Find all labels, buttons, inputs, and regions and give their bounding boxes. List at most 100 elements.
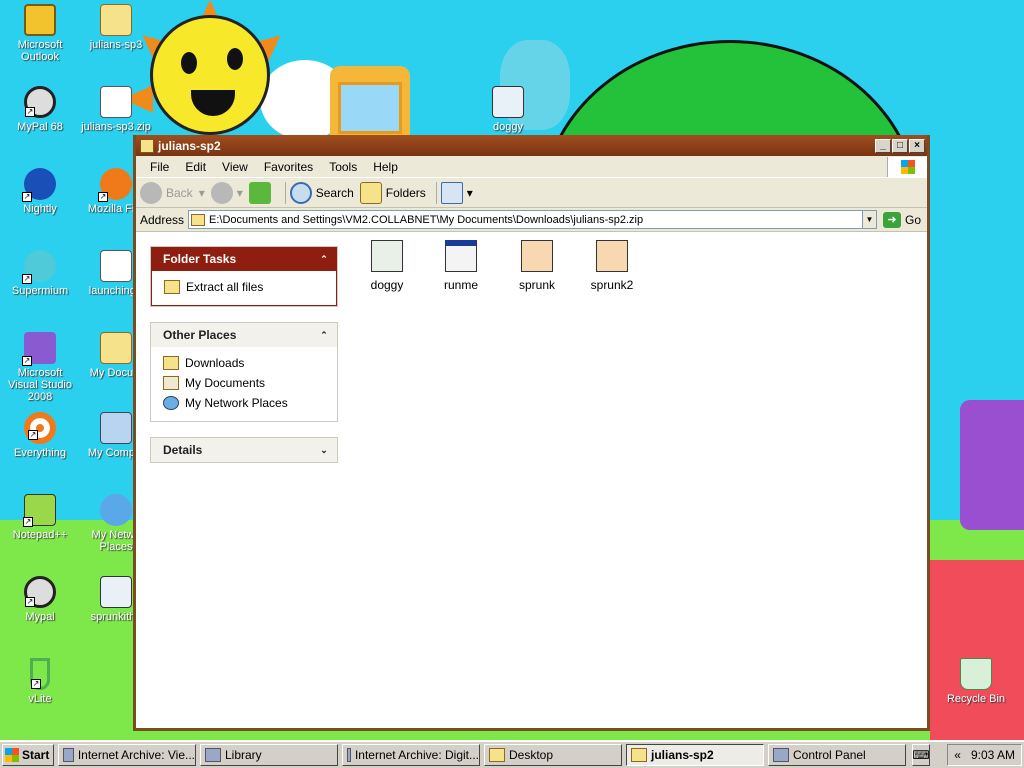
exe-icon xyxy=(445,240,477,272)
address-label: Address xyxy=(140,212,185,227)
menu-view[interactable]: View xyxy=(214,160,256,174)
window-title: julians-sp2 xyxy=(158,138,221,153)
network-icon xyxy=(163,396,179,410)
desktop-icon-mypal[interactable]: ↗ Mypal xyxy=(2,576,78,623)
taskbar-button-library[interactable]: Library xyxy=(200,744,338,766)
menu-bar: File Edit View Favorites Tools Help xyxy=(136,156,927,178)
views-button[interactable]: ▾ xyxy=(440,181,473,204)
up-folder-button[interactable] xyxy=(248,181,275,204)
other-place-my-documents[interactable]: My Documents xyxy=(163,373,337,393)
zip-file-icon xyxy=(100,86,132,118)
other-places-pane: Other Places ⌃ Downloads My Documents My… xyxy=(150,322,338,422)
clock[interactable]: 9:03 AM xyxy=(971,748,1015,762)
details-pane: Details ⌄ xyxy=(150,437,338,463)
folders-button[interactable]: Folders xyxy=(359,181,426,204)
other-places-header[interactable]: Other Places ⌃ xyxy=(151,323,337,347)
taskbar-button-control-panel[interactable]: Control Panel xyxy=(768,744,906,766)
folder-content[interactable]: Folder Tasks ⌃ Extract all files Other P… xyxy=(136,232,927,728)
minimize-button[interactable]: _ xyxy=(875,138,891,153)
desktop-icon-recycle-bin[interactable]: Recycle Bin xyxy=(938,658,1014,705)
desktop-icon-outlook[interactable]: Microsoft Outlook xyxy=(2,4,78,63)
menu-help[interactable]: Help xyxy=(365,160,406,174)
explorer-window[interactable]: julians-sp2 _ □ × File Edit View Favorit… xyxy=(133,135,930,731)
document-icon xyxy=(100,250,132,282)
my-computer-icon xyxy=(100,412,132,444)
folder-tasks-header[interactable]: Folder Tasks ⌃ xyxy=(151,247,337,271)
expand-icon[interactable]: ⌄ xyxy=(317,443,331,457)
forward-button[interactable]: ▾ xyxy=(210,181,243,204)
back-button[interactable]: Back ▾ xyxy=(140,181,205,204)
menu-file[interactable]: File xyxy=(142,160,177,174)
window-titlebar[interactable]: julians-sp2 _ □ × xyxy=(136,135,927,156)
details-header[interactable]: Details ⌄ xyxy=(151,438,337,462)
wallpaper-shape xyxy=(960,400,1024,530)
desktop-icon-julians-sp3[interactable]: julians-sp3 xyxy=(78,4,154,51)
network-icon xyxy=(100,494,132,526)
zip-folder-icon xyxy=(191,213,206,226)
go-arrow-icon: ➜ xyxy=(882,211,901,228)
extract-all-files-link[interactable]: Extract all files xyxy=(164,277,336,297)
other-place-network[interactable]: My Network Places xyxy=(163,393,337,413)
system-tray: « 9:03 AM xyxy=(947,744,1022,766)
raccoon-icon xyxy=(347,748,351,762)
file-item[interactable]: doggy xyxy=(352,240,422,292)
everything-icon: ↗ xyxy=(24,412,56,444)
taskbar-button-julians-sp2[interactable]: julians-sp2 xyxy=(626,744,764,766)
desktop-icon-supermium[interactable]: ↗ Supermium xyxy=(2,250,78,297)
windows-flag-icon xyxy=(5,748,19,762)
vlite-icon: ↗ xyxy=(30,658,50,690)
menu-tools[interactable]: Tools xyxy=(321,160,365,174)
zip-folder-icon xyxy=(631,748,647,762)
my-documents-icon xyxy=(163,376,179,390)
start-button[interactable]: Start xyxy=(2,744,54,766)
address-bar: Address E:\Documents and Settings\VM2.CO… xyxy=(136,208,927,232)
desktop-icon-doggy[interactable]: doggy xyxy=(470,86,546,133)
windows-flag-icon xyxy=(900,159,915,174)
go-button[interactable]: ➜ Go xyxy=(882,211,921,228)
firefox-icon: ↗ xyxy=(98,168,132,202)
image-file-icon xyxy=(371,240,403,272)
taskbar-button-internet-archive-digit[interactable]: Internet Archive: Digit... xyxy=(342,744,480,766)
desktop-icon-visual-studio[interactable]: ↗ Microsoft Visual Studio 2008 xyxy=(2,332,78,403)
taskbar-button-desktop[interactable]: Desktop xyxy=(484,744,622,766)
desktop-icon-mypal-68[interactable]: ↗ MyPal 68 xyxy=(2,86,78,133)
address-field[interactable]: E:\Documents and Settings\VM2.COLLABNET\… xyxy=(188,210,877,229)
my-documents-icon xyxy=(100,332,132,364)
zip-folder-icon xyxy=(140,138,154,153)
desktop-icon-everything[interactable]: ↗ Everything xyxy=(2,412,78,459)
desktop-icon-vlite[interactable]: ↗ vLite xyxy=(2,658,78,705)
maximize-button[interactable]: □ xyxy=(892,138,908,153)
keyboard-tray-button[interactable]: ⌨ xyxy=(912,744,930,766)
file-item[interactable]: sprunk xyxy=(502,240,572,292)
menu-favorites[interactable]: Favorites xyxy=(256,160,321,174)
menu-edit[interactable]: Edit xyxy=(177,160,214,174)
toolbar: Back ▾ ▾ Search Folders ▾ xyxy=(136,178,927,208)
outlook-icon xyxy=(24,4,56,36)
raccoon-icon xyxy=(63,748,74,762)
collapse-icon[interactable]: ⌃ xyxy=(317,252,331,266)
search-icon xyxy=(289,181,312,204)
folders-icon xyxy=(359,181,382,204)
file-item[interactable]: sprunk2 xyxy=(577,240,647,292)
search-button[interactable]: Search xyxy=(289,181,354,204)
wallpaper-sun xyxy=(150,15,270,135)
desktop-icon-nightly[interactable]: ↗ Nightly xyxy=(2,168,78,215)
visual-studio-icon: ↗ xyxy=(22,332,56,366)
back-arrow-icon xyxy=(140,181,162,204)
forward-arrow-icon xyxy=(210,181,233,204)
folder-icon xyxy=(489,748,505,762)
desktop-icon-julians-sp3-zip[interactable]: julians-sp3.zip xyxy=(78,86,154,133)
image-file-icon xyxy=(596,240,628,272)
wallpaper-robot xyxy=(330,66,410,146)
collapse-icon[interactable]: ⌃ xyxy=(317,328,331,342)
up-arrow-icon xyxy=(248,181,271,204)
image-file-icon xyxy=(492,86,524,118)
image-file-icon xyxy=(100,576,132,608)
address-dropdown-button[interactable]: ▼ xyxy=(861,211,876,228)
desktop-icon-notepad[interactable]: ↗ Notepad++ xyxy=(2,494,78,541)
taskbar-button-internet-archive-view[interactable]: Internet Archive: Vie... xyxy=(58,744,196,766)
tray-expand-button[interactable]: « xyxy=(954,748,961,762)
file-item[interactable]: runme xyxy=(426,240,496,292)
other-place-downloads[interactable]: Downloads xyxy=(163,353,337,373)
close-button[interactable]: × xyxy=(909,138,925,153)
